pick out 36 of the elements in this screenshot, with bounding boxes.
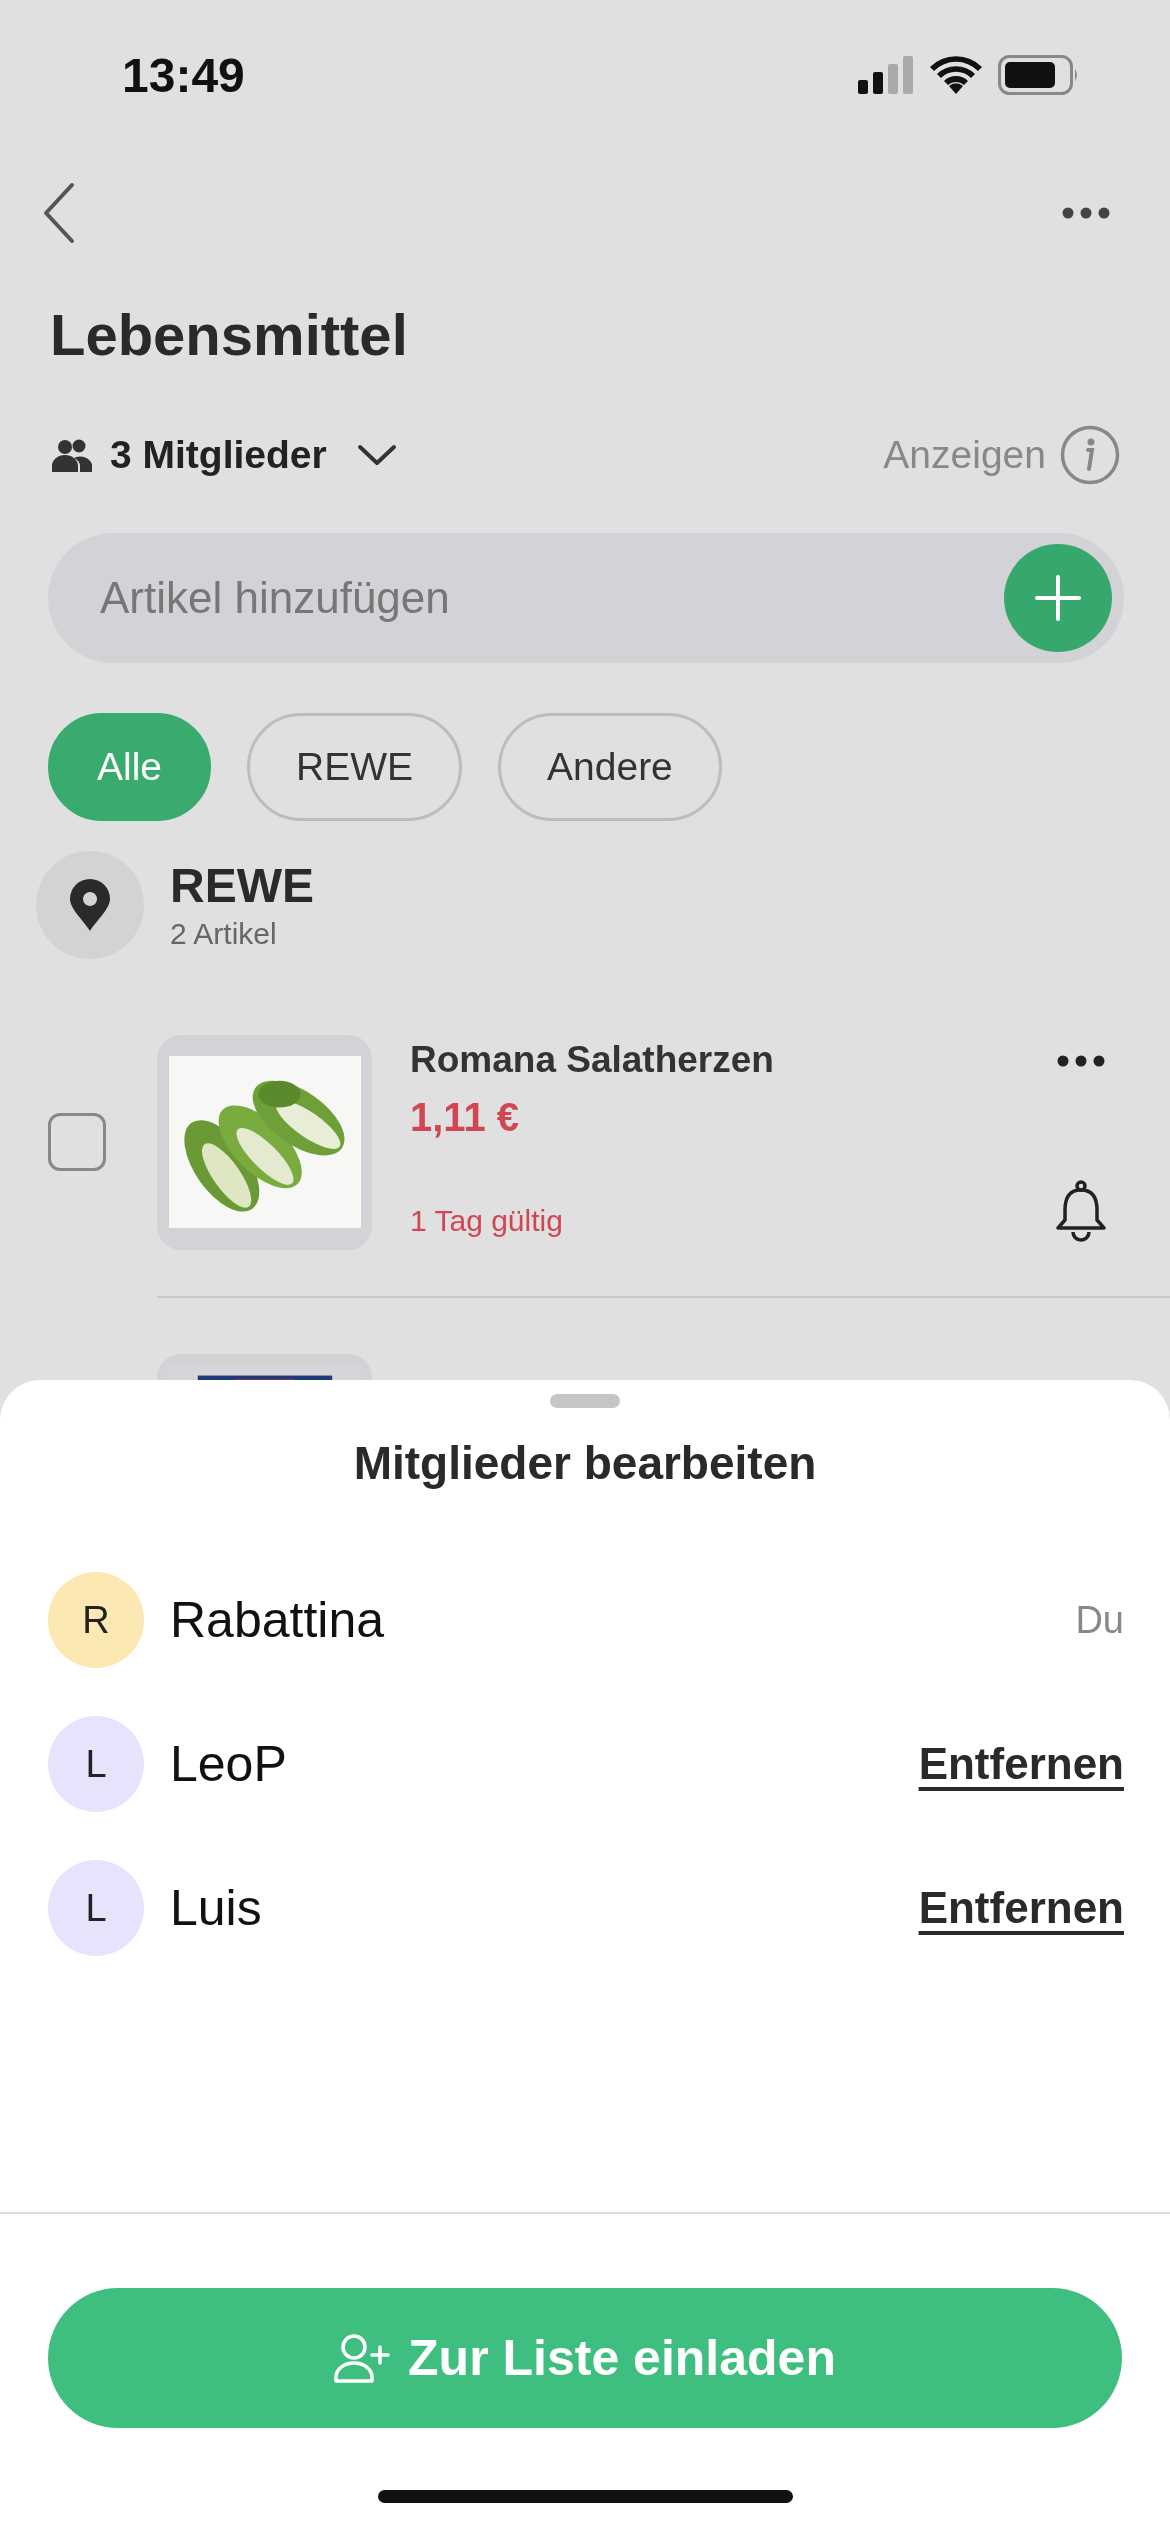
filter-chip[interactable]: Andere <box>498 712 722 821</box>
battery-icon <box>998 55 1080 95</box>
back-button[interactable] <box>42 182 76 244</box>
remove-link[interactable]: Entfernen <box>918 1883 1124 1933</box>
chevron-down-icon <box>356 442 397 467</box>
bell-icon[interactable] <box>1054 1179 1108 1242</box>
sheet-handle[interactable] <box>550 1394 620 1408</box>
item-count: 2 Artikel <box>170 917 278 952</box>
member-name: Luis <box>170 1879 263 1937</box>
product-price: 1,11 € <box>410 1094 520 1140</box>
filter-chip[interactable]: REWE <box>247 712 463 821</box>
members-dropdown[interactable]: 3 Mitglieder <box>52 432 397 477</box>
item-more-button[interactable] <box>1057 1054 1105 1067</box>
signal-icon <box>858 56 914 94</box>
add-person-icon <box>334 2333 391 2383</box>
store-name: REWE <box>170 858 314 914</box>
member-avatar: R <box>48 1572 144 1668</box>
product-name: Romana Salatherzen <box>410 1038 775 1081</box>
sheet-title: Mitglieder bearbeiten <box>352 1436 818 1490</box>
member-avatar: L <box>48 1860 144 1956</box>
people-icon <box>52 437 92 472</box>
self-label: Du <box>1075 1598 1124 1642</box>
info-icon <box>1060 424 1120 485</box>
more-button[interactable] <box>1062 207 1110 219</box>
validity-label: 1 Tag gültig <box>410 1203 564 1238</box>
member-name: Rabattina <box>170 1591 386 1649</box>
remove-link[interactable]: Entfernen <box>918 1739 1124 1789</box>
status-time: 13:49 <box>122 47 245 103</box>
wifi-icon <box>930 56 982 94</box>
item-checkbox[interactable] <box>48 1113 106 1172</box>
member-name: LeoP <box>170 1735 288 1793</box>
add-item-input[interactable]: Artikel hinzufügen <box>98 571 1004 624</box>
member-avatar: L <box>48 1716 144 1812</box>
add-item-field[interactable]: Artikel hinzufügen <box>48 532 1124 663</box>
plus-icon <box>1033 572 1083 623</box>
list-title: Lebensmittel <box>50 301 409 369</box>
